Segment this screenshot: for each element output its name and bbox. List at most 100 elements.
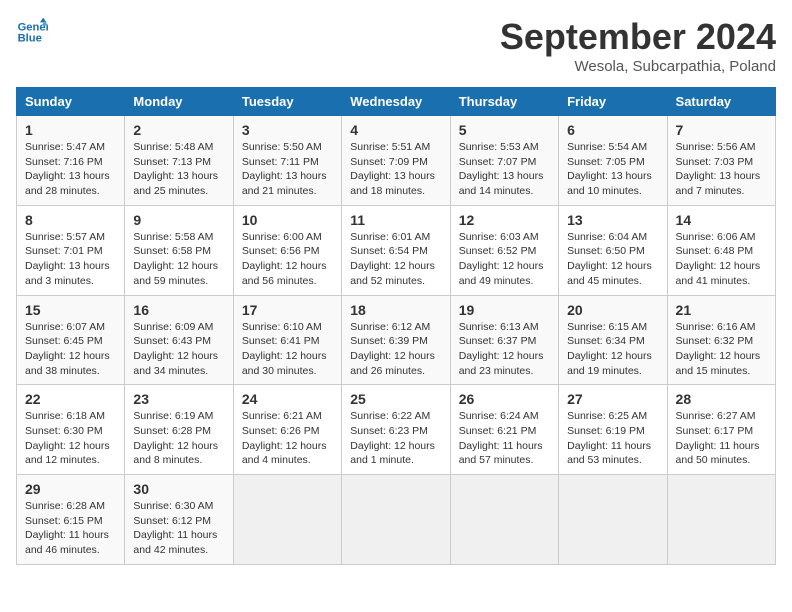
day-detail: Sunrise: 6:22 AM Sunset: 6:23 PM Dayligh… (350, 409, 441, 468)
calendar-day-cell: 10 Sunrise: 6:00 AM Sunset: 6:56 PM Dayli… (233, 205, 341, 295)
day-number: 19 (459, 302, 550, 318)
calendar-day-cell: 11 Sunrise: 6:01 AM Sunset: 6:54 PM Dayli… (342, 205, 450, 295)
calendar-day-cell: 6 Sunrise: 5:54 AM Sunset: 7:05 PM Daylig… (559, 116, 667, 206)
weekday-header-row: Sunday Monday Tuesday Wednesday Thursday… (17, 88, 776, 116)
page-header: General Blue September 2024 Wesola, Subc… (16, 16, 776, 75)
day-detail: Sunrise: 6:18 AM Sunset: 6:30 PM Dayligh… (25, 409, 116, 468)
day-detail: Sunrise: 6:16 AM Sunset: 6:32 PM Dayligh… (676, 320, 767, 379)
calendar-week-row: 8 Sunrise: 5:57 AM Sunset: 7:01 PM Daylig… (17, 205, 776, 295)
calendar-day-cell: 28 Sunrise: 6:27 AM Sunset: 6:17 PM Dayli… (667, 385, 775, 475)
calendar-day-cell: 1 Sunrise: 5:47 AM Sunset: 7:16 PM Daylig… (17, 116, 125, 206)
calendar-day-cell: 8 Sunrise: 5:57 AM Sunset: 7:01 PM Daylig… (17, 205, 125, 295)
header-friday: Friday (559, 88, 667, 116)
day-detail: Sunrise: 5:58 AM Sunset: 6:58 PM Dayligh… (133, 230, 224, 289)
calendar-day-cell: 2 Sunrise: 5:48 AM Sunset: 7:13 PM Daylig… (125, 116, 233, 206)
calendar-day-cell: 3 Sunrise: 5:50 AM Sunset: 7:11 PM Daylig… (233, 116, 341, 206)
day-number: 4 (350, 122, 441, 138)
day-detail: Sunrise: 6:01 AM Sunset: 6:54 PM Dayligh… (350, 230, 441, 289)
day-number: 2 (133, 122, 224, 138)
day-detail: Sunrise: 6:15 AM Sunset: 6:34 PM Dayligh… (567, 320, 658, 379)
calendar-day-cell: 9 Sunrise: 5:58 AM Sunset: 6:58 PM Daylig… (125, 205, 233, 295)
day-detail: Sunrise: 5:51 AM Sunset: 7:09 PM Dayligh… (350, 140, 441, 199)
calendar-day-cell: 7 Sunrise: 5:56 AM Sunset: 7:03 PM Daylig… (667, 116, 775, 206)
calendar-week-row: 29 Sunrise: 6:28 AM Sunset: 6:15 PM Dayli… (17, 475, 776, 565)
calendar-day-cell: 15 Sunrise: 6:07 AM Sunset: 6:45 PM Dayli… (17, 295, 125, 385)
day-detail: Sunrise: 6:03 AM Sunset: 6:52 PM Dayligh… (459, 230, 550, 289)
calendar-day-cell: 12 Sunrise: 6:03 AM Sunset: 6:52 PM Dayli… (450, 205, 558, 295)
day-detail: Sunrise: 5:56 AM Sunset: 7:03 PM Dayligh… (676, 140, 767, 199)
day-number: 24 (242, 391, 333, 407)
calendar-day-cell: 14 Sunrise: 6:06 AM Sunset: 6:48 PM Dayli… (667, 205, 775, 295)
day-detail: Sunrise: 6:04 AM Sunset: 6:50 PM Dayligh… (567, 230, 658, 289)
day-number: 3 (242, 122, 333, 138)
calendar-day-cell: 22Sunrise: 6:18 AM Sunset: 6:30 PM Dayli… (17, 385, 125, 475)
day-detail: Sunrise: 6:06 AM Sunset: 6:48 PM Dayligh… (676, 230, 767, 289)
day-number: 16 (133, 302, 224, 318)
calendar-day-cell (559, 475, 667, 565)
calendar-day-cell: 21 Sunrise: 6:16 AM Sunset: 6:32 PM Dayli… (667, 295, 775, 385)
day-number: 27 (567, 391, 658, 407)
calendar-week-row: 22Sunrise: 6:18 AM Sunset: 6:30 PM Dayli… (17, 385, 776, 475)
month-title: September 2024 (500, 16, 776, 58)
day-number: 10 (242, 212, 333, 228)
day-number: 28 (676, 391, 767, 407)
day-detail: Sunrise: 5:54 AM Sunset: 7:05 PM Dayligh… (567, 140, 658, 199)
day-number: 12 (459, 212, 550, 228)
day-number: 18 (350, 302, 441, 318)
calendar-day-cell: 19Sunrise: 6:13 AM Sunset: 6:37 PM Dayli… (450, 295, 558, 385)
day-detail: Sunrise: 6:12 AM Sunset: 6:39 PM Dayligh… (350, 320, 441, 379)
calendar-day-cell: 18 Sunrise: 6:12 AM Sunset: 6:39 PM Dayli… (342, 295, 450, 385)
day-detail: Sunrise: 6:27 AM Sunset: 6:17 PM Dayligh… (676, 409, 767, 468)
day-detail: Sunrise: 6:28 AM Sunset: 6:15 PM Dayligh… (25, 499, 116, 558)
day-number: 17 (242, 302, 333, 318)
calendar-day-cell (233, 475, 341, 565)
calendar-day-cell: 17 Sunrise: 6:10 AM Sunset: 6:41 PM Dayli… (233, 295, 341, 385)
day-number: 20 (567, 302, 658, 318)
day-detail: Sunrise: 6:10 AM Sunset: 6:41 PM Dayligh… (242, 320, 333, 379)
day-detail: Sunrise: 5:50 AM Sunset: 7:11 PM Dayligh… (242, 140, 333, 199)
calendar-week-row: 15 Sunrise: 6:07 AM Sunset: 6:45 PM Dayli… (17, 295, 776, 385)
day-detail: Sunrise: 5:53 AM Sunset: 7:07 PM Dayligh… (459, 140, 550, 199)
location-subtitle: Wesola, Subcarpathia, Poland (500, 58, 776, 75)
calendar-day-cell: 24 Sunrise: 6:21 AM Sunset: 6:26 PM Dayli… (233, 385, 341, 475)
header-tuesday: Tuesday (233, 88, 341, 116)
day-number: 15 (25, 302, 116, 318)
logo: General Blue (16, 16, 48, 48)
calendar-day-cell: 23 Sunrise: 6:19 AM Sunset: 6:28 PM Dayli… (125, 385, 233, 475)
day-detail: Sunrise: 6:21 AM Sunset: 6:26 PM Dayligh… (242, 409, 333, 468)
header-thursday: Thursday (450, 88, 558, 116)
day-number: 29 (25, 481, 116, 497)
calendar-day-cell: 27Sunrise: 6:25 AM Sunset: 6:19 PM Dayli… (559, 385, 667, 475)
day-number: 1 (25, 122, 116, 138)
calendar-day-cell: 20 Sunrise: 6:15 AM Sunset: 6:34 PM Dayli… (559, 295, 667, 385)
calendar-day-cell: 5 Sunrise: 5:53 AM Sunset: 7:07 PM Daylig… (450, 116, 558, 206)
calendar-day-cell: 25Sunrise: 6:22 AM Sunset: 6:23 PM Dayli… (342, 385, 450, 475)
calendar-day-cell (342, 475, 450, 565)
day-number: 14 (676, 212, 767, 228)
day-number: 23 (133, 391, 224, 407)
day-detail: Sunrise: 5:47 AM Sunset: 7:16 PM Dayligh… (25, 140, 116, 199)
calendar-week-row: 1 Sunrise: 5:47 AM Sunset: 7:16 PM Daylig… (17, 116, 776, 206)
day-detail: Sunrise: 6:00 AM Sunset: 6:56 PM Dayligh… (242, 230, 333, 289)
calendar-day-cell: 13Sunrise: 6:04 AM Sunset: 6:50 PM Dayli… (559, 205, 667, 295)
day-detail: Sunrise: 6:09 AM Sunset: 6:43 PM Dayligh… (133, 320, 224, 379)
day-number: 21 (676, 302, 767, 318)
day-number: 5 (459, 122, 550, 138)
day-detail: Sunrise: 6:19 AM Sunset: 6:28 PM Dayligh… (133, 409, 224, 468)
day-detail: Sunrise: 5:48 AM Sunset: 7:13 PM Dayligh… (133, 140, 224, 199)
day-number: 6 (567, 122, 658, 138)
calendar-day-cell: 4 Sunrise: 5:51 AM Sunset: 7:09 PM Daylig… (342, 116, 450, 206)
header-sunday: Sunday (17, 88, 125, 116)
day-number: 8 (25, 212, 116, 228)
calendar-table: Sunday Monday Tuesday Wednesday Thursday… (16, 87, 776, 565)
day-detail: Sunrise: 5:57 AM Sunset: 7:01 PM Dayligh… (25, 230, 116, 289)
logo-icon: General Blue (16, 16, 48, 48)
header-monday: Monday (125, 88, 233, 116)
day-number: 30 (133, 481, 224, 497)
day-number: 11 (350, 212, 441, 228)
calendar-day-cell (450, 475, 558, 565)
calendar-day-cell (667, 475, 775, 565)
day-detail: Sunrise: 6:07 AM Sunset: 6:45 PM Dayligh… (25, 320, 116, 379)
day-number: 7 (676, 122, 767, 138)
day-number: 9 (133, 212, 224, 228)
